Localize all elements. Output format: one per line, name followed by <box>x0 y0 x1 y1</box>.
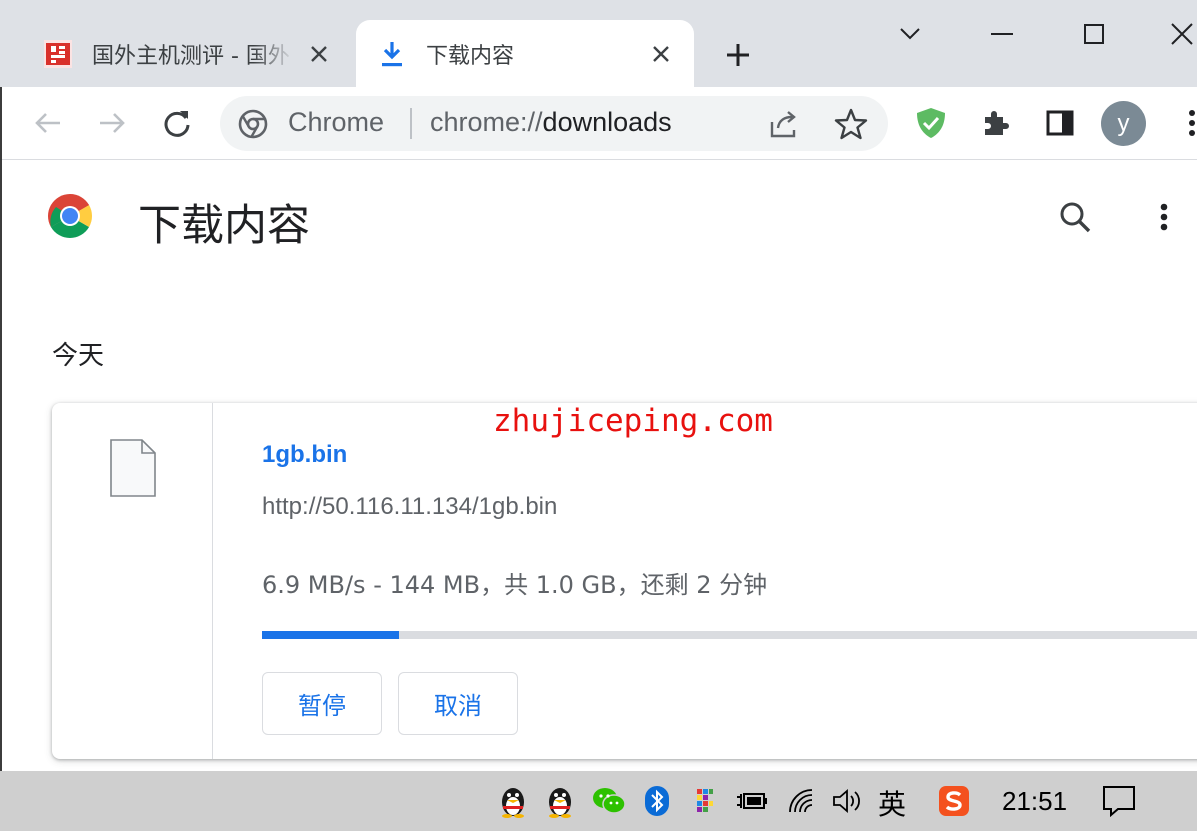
maximize-button[interactable] <box>1074 14 1114 54</box>
tab-search-chevron-icon[interactable] <box>890 14 930 54</box>
side-panel-icon[interactable] <box>1040 103 1080 143</box>
download-item-card: 1gb.bin http://50.116.11.134/1gb.bin 6.9… <box>52 403 1197 759</box>
battery-charging-icon[interactable] <box>735 783 769 819</box>
adguard-shield-icon[interactable] <box>911 103 951 143</box>
bookmark-star-icon[interactable] <box>834 107 868 141</box>
qq-penguin-icon[interactable] <box>496 783 530 819</box>
download-status-text: 6.9 MB/s - 144 MB，共 1.0 GB，还剩 2 分钟 <box>262 571 768 599</box>
bluetooth-icon[interactable] <box>640 783 674 819</box>
search-icon[interactable] <box>1055 197 1095 237</box>
browser-toolbar: Chrome chrome://downloads y <box>0 87 1197 160</box>
ime-language-indicator[interactable]: 英 <box>878 783 906 823</box>
download-progress-fill <box>262 631 399 639</box>
url-text: chrome://downloads <box>430 107 672 138</box>
close-icon[interactable] <box>646 39 676 69</box>
watermark-text: zhujiceping.com <box>493 403 773 439</box>
qq-penguin-icon[interactable] <box>543 783 577 819</box>
pause-button[interactable]: 暂停 <box>262 672 382 735</box>
wifi-icon[interactable] <box>785 783 819 819</box>
download-file-name[interactable]: 1gb.bin <box>262 441 347 469</box>
download-source-url[interactable]: http://50.116.11.134/1gb.bin <box>262 493 557 521</box>
date-section-heading: 今天 <box>52 341 105 371</box>
page-title: 下载内容 <box>138 201 310 251</box>
volume-icon[interactable] <box>830 783 864 819</box>
url-scheme: chrome:// <box>430 107 543 137</box>
color-grid-app-icon[interactable] <box>688 783 722 819</box>
minimize-button[interactable] <box>982 14 1022 54</box>
taskbar: 英 21:51 <box>0 771 1197 831</box>
extensions-puzzle-icon[interactable] <box>976 103 1016 143</box>
omnibox-divider <box>410 108 412 139</box>
chrome-icon <box>238 109 268 139</box>
more-menu-icon[interactable] <box>1172 103 1197 143</box>
tab-downloads[interactable]: 下载内容 <box>356 20 694 87</box>
reload-button[interactable] <box>157 103 197 143</box>
profile-avatar[interactable]: y <box>1101 101 1146 146</box>
chrome-logo-icon <box>48 194 92 238</box>
close-icon[interactable] <box>304 39 334 69</box>
tab-title: 下载内容 <box>426 43 515 69</box>
wechat-icon[interactable] <box>592 783 626 819</box>
address-bar[interactable]: Chrome chrome://downloads <box>220 96 888 151</box>
new-tab-button[interactable] <box>720 37 756 73</box>
page-more-icon[interactable] <box>1147 197 1181 237</box>
download-progress-bar <box>262 631 1197 639</box>
cancel-button[interactable]: 取消 <box>398 672 518 735</box>
notification-center-icon[interactable] <box>1102 783 1136 819</box>
file-icon <box>110 439 156 497</box>
share-icon[interactable] <box>768 108 800 140</box>
tab-zhujiceping[interactable]: 国外主机测评 - 国外 <box>22 20 352 87</box>
url-host: downloads <box>542 107 672 137</box>
omnibox-chip-label: Chrome <box>288 107 385 137</box>
downloads-page: 下载内容 今天 1gb.bin http://50.116.11.134/1gb… <box>0 161 1197 771</box>
tab-title: 国外主机测评 - 国外 <box>92 43 290 69</box>
forward-button[interactable] <box>92 103 132 143</box>
window-edge <box>0 87 2 771</box>
sogou-input-icon[interactable] <box>937 783 971 819</box>
back-button[interactable] <box>28 103 68 143</box>
taskbar-clock[interactable]: 21:51 <box>1002 786 1067 817</box>
close-window-button[interactable] <box>1162 14 1197 54</box>
site-favicon <box>42 38 74 70</box>
tab-strip: 国外主机测评 - 国外 下载内容 <box>0 0 1197 87</box>
download-icon <box>376 38 408 70</box>
card-divider <box>212 403 213 759</box>
